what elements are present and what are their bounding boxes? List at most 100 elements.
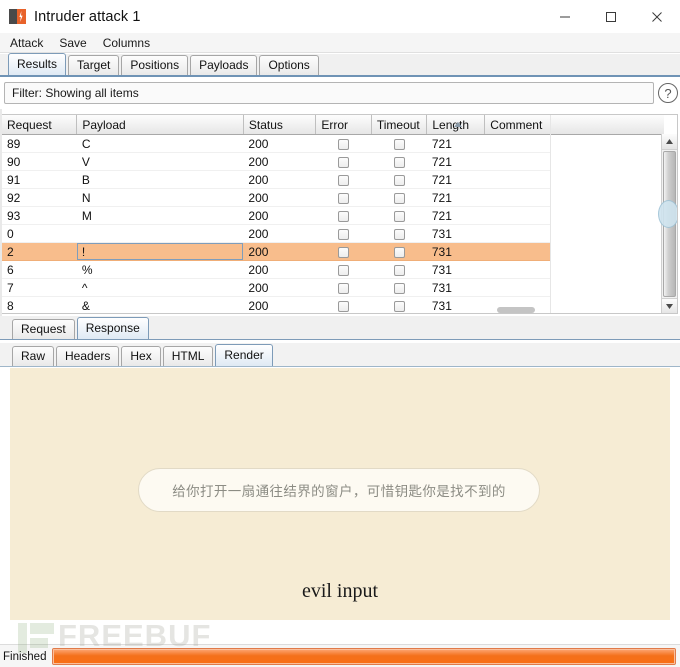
view-tab-strip: Raw Headers Hex HTML Render <box>0 343 680 367</box>
scroll-up-icon[interactable] <box>662 134 677 150</box>
tab-hex[interactable]: Hex <box>121 346 161 366</box>
cell-error <box>315 224 372 243</box>
tab-positions[interactable]: Positions <box>121 55 189 75</box>
timeout-checkbox[interactable] <box>393 174 405 186</box>
timeout-checkbox[interactable] <box>393 228 405 240</box>
column-header-length[interactable]: Length <box>426 115 486 135</box>
column-header-request[interactable]: Request <box>2 115 78 135</box>
cell-status: 200 <box>243 134 316 153</box>
column-header-payload[interactable]: Payload <box>76 115 244 135</box>
error-checkbox[interactable] <box>338 192 350 204</box>
cell-length: 721 <box>426 152 485 171</box>
cell-status: 200 <box>243 278 316 297</box>
timeout-checkbox[interactable] <box>393 264 405 276</box>
maximize-icon[interactable] <box>588 0 634 33</box>
tab-payloads[interactable]: Payloads <box>190 55 258 75</box>
timeout-checkbox[interactable] <box>393 246 405 258</box>
minimize-icon[interactable] <box>542 0 588 33</box>
tab-target[interactable]: Target <box>68 55 120 75</box>
error-checkbox[interactable] <box>338 264 350 276</box>
tab-response[interactable]: Response <box>76 317 149 339</box>
error-checkbox[interactable] <box>338 282 350 294</box>
error-checkbox[interactable] <box>338 138 350 150</box>
cell-status: 200 <box>243 188 316 207</box>
attack-progress-fill <box>53 649 675 664</box>
cell-request: 90 <box>2 152 77 171</box>
render-view: 给你打开一扇通往结界的窗户，可惜钥匙你是找不到的 evil input <box>10 368 670 620</box>
cell-request: 0 <box>2 224 77 243</box>
error-checkbox[interactable] <box>338 300 350 312</box>
timeout-checkbox[interactable] <box>393 282 405 294</box>
filter-text: Filter: Showing all items <box>12 86 139 100</box>
cell-request: 2 <box>2 242 77 261</box>
cell-request: 8 <box>2 296 77 313</box>
horizontal-scrollbar-thumb[interactable] <box>497 307 535 313</box>
cell-payload: C <box>76 134 244 153</box>
tab-request[interactable]: Request <box>12 319 75 339</box>
title-bar: Intruder attack 1 <box>0 0 680 34</box>
cell-error <box>315 242 372 261</box>
cell-error <box>315 296 372 313</box>
cell-payload: & <box>76 296 244 313</box>
cell-timeout <box>371 134 427 153</box>
cell-status: 200 <box>243 152 316 171</box>
cell-request: 93 <box>2 206 77 225</box>
cell-payload: V <box>76 152 244 171</box>
cell-error <box>315 278 372 297</box>
tab-results[interactable]: Results <box>8 53 67 75</box>
cell-status: 200 <box>243 242 316 261</box>
error-checkbox[interactable] <box>338 174 350 186</box>
cell-status: 200 <box>243 206 316 225</box>
cell-length: 731 <box>426 278 485 297</box>
cell-payload: B <box>76 170 244 189</box>
tab-options[interactable]: Options <box>259 55 319 75</box>
sort-ascending-icon <box>454 122 463 127</box>
timeout-checkbox[interactable] <box>393 300 405 312</box>
cell-payload: ! <box>76 242 244 261</box>
cell-timeout <box>371 224 427 243</box>
cell-error <box>315 134 372 153</box>
window-title: Intruder attack 1 <box>34 8 141 25</box>
cell-payload: ^ <box>76 278 244 297</box>
cell-timeout <box>371 296 427 313</box>
menu-item-attack[interactable]: Attack <box>8 35 45 51</box>
scroll-down-icon[interactable] <box>662 298 677 313</box>
column-header-status[interactable]: Status <box>243 115 317 135</box>
tab-render[interactable]: Render <box>215 344 273 366</box>
close-icon[interactable] <box>634 0 680 33</box>
cell-timeout <box>371 188 427 207</box>
cell-error <box>315 188 372 207</box>
tab-headers[interactable]: Headers <box>56 346 120 366</box>
error-checkbox[interactable] <box>338 156 350 168</box>
cell-request: 6 <box>2 260 77 279</box>
error-checkbox[interactable] <box>338 246 350 258</box>
menu-item-columns[interactable]: Columns <box>101 35 152 51</box>
burp-suite-icon <box>9 8 26 25</box>
tab-raw[interactable]: Raw <box>12 346 55 366</box>
timeout-checkbox[interactable] <box>393 210 405 222</box>
cell-length: 721 <box>426 206 485 225</box>
timeout-checkbox[interactable] <box>393 138 405 150</box>
filter-bar[interactable]: Filter: Showing all items <box>4 82 654 104</box>
error-checkbox[interactable] <box>338 210 350 222</box>
help-icon[interactable]: ? <box>658 83 678 103</box>
cell-request: 92 <box>2 188 77 207</box>
timeout-checkbox[interactable] <box>393 156 405 168</box>
cell-payload-text: ! <box>81 244 86 259</box>
cell-length: 721 <box>426 134 485 153</box>
tab-html[interactable]: HTML <box>162 346 214 366</box>
error-checkbox[interactable] <box>338 228 350 240</box>
menu-item-save[interactable]: Save <box>57 35 88 51</box>
cell-timeout <box>371 260 427 279</box>
cell-length: 731 <box>426 224 485 243</box>
cell-length: 721 <box>426 170 485 189</box>
cell-error <box>315 206 372 225</box>
attack-progress-bar <box>52 648 676 665</box>
cell-timeout <box>371 278 427 297</box>
column-header-timeout[interactable]: Timeout <box>371 115 428 135</box>
timeout-checkbox[interactable] <box>393 192 405 204</box>
status-bar: Finished <box>0 644 680 667</box>
column-header-error[interactable]: Error <box>315 115 372 135</box>
cell-request: 89 <box>2 134 77 153</box>
cell-length: 731 <box>426 296 485 313</box>
